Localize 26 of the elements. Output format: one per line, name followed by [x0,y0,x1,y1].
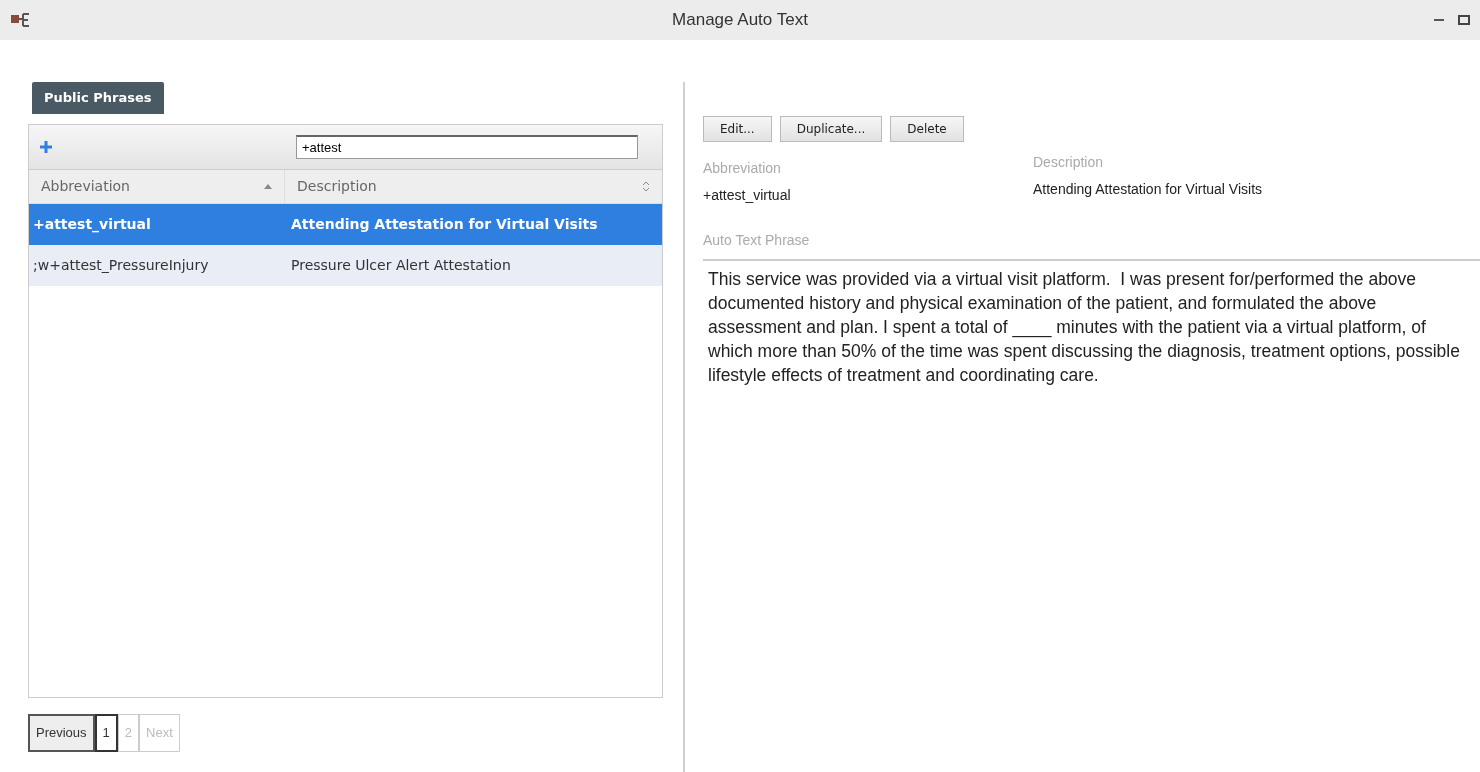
field-label: Description [1033,153,1105,172]
table-cell: +attest_virtual [33,215,151,232]
table-cell: Pressure Ulcer Alert Attestation [291,256,511,273]
table-cell: ;w+attest_PressureInjury [33,256,209,273]
phrase-text: This service was provided via a virtual visit platform. I was present for/performed the above documented history and physical examination of the patient, and formulated the above assessment and plan. I spent a total of ____ minutes with the patient via a virtual platform, of which more than 50% of the time was spent discussing the diagnosis, treatment options, possible lifestyle effects of treatment and coordinating care. [703,259,1480,387]
field-label: Abbreviation [703,159,782,178]
field-label: Auto Text Phrase [703,231,811,250]
app-icon [10,12,32,28]
action-button[interactable]: Delete [890,116,964,142]
action-button[interactable]: Edit... [703,116,772,142]
table-row[interactable]: +attest_virtual Attending Attestation for Virtual Visits [29,203,662,245]
table-cell: Attending Attestation for Virtual Visits [291,215,598,232]
maximize-icon[interactable] [1458,15,1470,25]
page-button[interactable]: 1 [94,713,118,752]
table-row[interactable]: ;w+attest_PressureInjury Pressure Ulcer Alert Attestation [29,244,662,286]
window-title: Manage Auto Text [672,10,808,30]
action-button[interactable]: Duplicate... [779,116,883,142]
field-value: +attest_virtual [703,186,792,205]
search-field[interactable]: +attest [296,134,638,159]
add-icon[interactable] [39,139,53,154]
column-header[interactable]: Abbreviation [29,169,285,203]
field-value: Attending Attestation for Virtual Visits [1033,180,1263,199]
page-button[interactable]: Previous [28,713,95,752]
tab[interactable]: Public Phrases [32,82,164,114]
column-header[interactable]: Description [285,169,662,203]
minimize-icon[interactable] [1434,18,1444,22]
